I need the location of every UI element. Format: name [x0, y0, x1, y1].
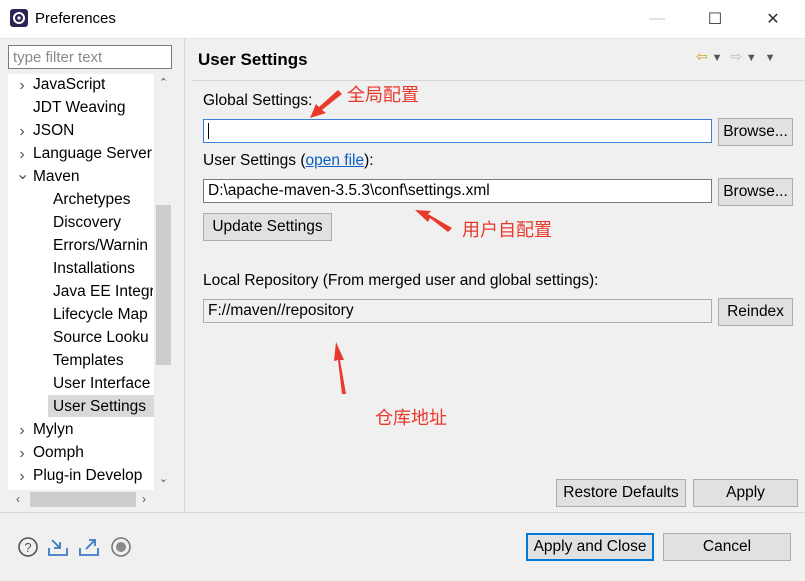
export-icon[interactable] — [78, 536, 100, 558]
history-nav-icons[interactable]: ⇦ ▼ ⇨ ▼ ▼ — [696, 48, 775, 65]
tree-item[interactable]: Plug-in Develop — [33, 465, 142, 487]
annotation-arrows — [310, 90, 452, 394]
footer-separator — [0, 512, 805, 513]
record-icon[interactable] — [110, 536, 132, 558]
tree-item[interactable]: Templates — [53, 350, 124, 372]
forward-arrow-icon[interactable]: ⇨ — [730, 48, 742, 64]
tree-item[interactable]: User Interface — [53, 373, 150, 395]
tree-item[interactable]: Source Looku — [53, 327, 149, 349]
tree-item-label: Archetypes — [53, 191, 131, 208]
tree-item-label: Plug-in Develop — [33, 467, 143, 484]
tree-item-label: Installations — [53, 260, 135, 277]
back-arrow-icon[interactable]: ⇦ — [696, 48, 708, 64]
tree-item-label: Java EE Integra — [53, 283, 153, 300]
import-icon[interactable] — [47, 536, 69, 558]
tree-item[interactable]: Discovery — [53, 212, 121, 234]
tree-item-label: Mylyn — [33, 421, 74, 438]
tree-item-label: User Settings — [53, 398, 147, 415]
expand-right-icon[interactable]: › — [16, 121, 28, 143]
tree-item-label: Language Server — [33, 145, 152, 162]
tree-item[interactable]: Errors/Warnin — [53, 235, 148, 257]
tree-item[interactable]: Mylyn — [33, 419, 73, 441]
tree-item-label: Source Looku — [53, 329, 149, 346]
title-bar — [0, 0, 805, 39]
window-title: Preferences — [35, 10, 116, 27]
tree-item[interactable]: JDT Weaving — [33, 97, 125, 119]
help-icon[interactable]: ? — [17, 536, 39, 558]
restore-defaults-button[interactable]: Restore Defaults — [556, 479, 686, 507]
tree-item[interactable]: Maven — [33, 166, 80, 188]
filter-input[interactable] — [8, 45, 172, 69]
tree-item-label: Lifecycle Map — [53, 306, 148, 323]
view-menu-icon[interactable]: ▼ — [765, 52, 776, 64]
forward-menu-icon[interactable]: ▼ — [746, 52, 757, 64]
arrow-global-icon — [310, 90, 342, 118]
svg-text:?: ? — [24, 540, 31, 555]
tree-item-label: Discovery — [53, 214, 122, 231]
scroll-up-icon[interactable]: ⌃ — [154, 74, 173, 92]
arrow-user-icon — [415, 210, 452, 232]
tree-item[interactable]: Installations — [53, 258, 135, 280]
apply-and-close-button[interactable]: Apply and Close — [526, 533, 654, 561]
pane-divider[interactable] — [184, 38, 185, 512]
tree-item[interactable]: User Settings — [53, 396, 146, 418]
scroll-down-icon[interactable]: ⌄ — [154, 470, 173, 488]
tree-item-label: User Interface — [53, 375, 151, 392]
horizontal-scroll-thumb[interactable] — [30, 492, 136, 507]
tree-item-label: JDT Weaving — [33, 99, 126, 116]
back-menu-icon[interactable]: ▼ — [712, 52, 723, 64]
tree-item[interactable]: Archetypes — [53, 189, 131, 211]
eclipse-app-icon — [10, 9, 28, 27]
scroll-right-icon[interactable]: › — [136, 490, 152, 509]
apply-button[interactable]: Apply — [693, 479, 798, 507]
close-button[interactable]: ✕ — [750, 0, 796, 38]
tree-item-label: JSON — [33, 122, 75, 139]
tree-item[interactable]: Oomph — [33, 442, 84, 464]
minimize-button[interactable]: — — [634, 0, 680, 38]
tree-item[interactable]: JSON — [33, 120, 74, 142]
expand-right-icon[interactable]: › — [16, 144, 28, 166]
tree-item-label: Errors/Warnin — [53, 237, 149, 254]
tree-item-label: Maven — [33, 168, 80, 185]
scroll-left-icon[interactable]: ‹ — [10, 490, 26, 509]
expand-right-icon[interactable]: › — [16, 443, 28, 465]
page-title: User Settings — [198, 50, 308, 69]
tree-item-label: Templates — [53, 352, 124, 369]
arrow-repo-icon — [334, 342, 346, 394]
expand-right-icon[interactable]: › — [16, 75, 28, 97]
cancel-button[interactable]: Cancel — [663, 533, 791, 561]
tree-item[interactable]: Java EE Integra — [53, 281, 153, 303]
tree-item-label: JavaScript — [33, 76, 106, 93]
vertical-scroll-thumb[interactable] — [156, 205, 171, 365]
tree-item[interactable]: JavaScript — [33, 74, 105, 96]
expand-right-icon[interactable]: › — [16, 420, 28, 442]
maximize-button[interactable]: ☐ — [692, 0, 738, 38]
tree-item[interactable]: Language Server — [33, 143, 152, 165]
expand-down-icon[interactable]: ⌄ — [16, 164, 29, 186]
tree-item[interactable]: Lifecycle Map — [53, 304, 148, 326]
tree-item-label: Oomph — [33, 444, 84, 461]
expand-right-icon[interactable]: › — [16, 466, 28, 488]
